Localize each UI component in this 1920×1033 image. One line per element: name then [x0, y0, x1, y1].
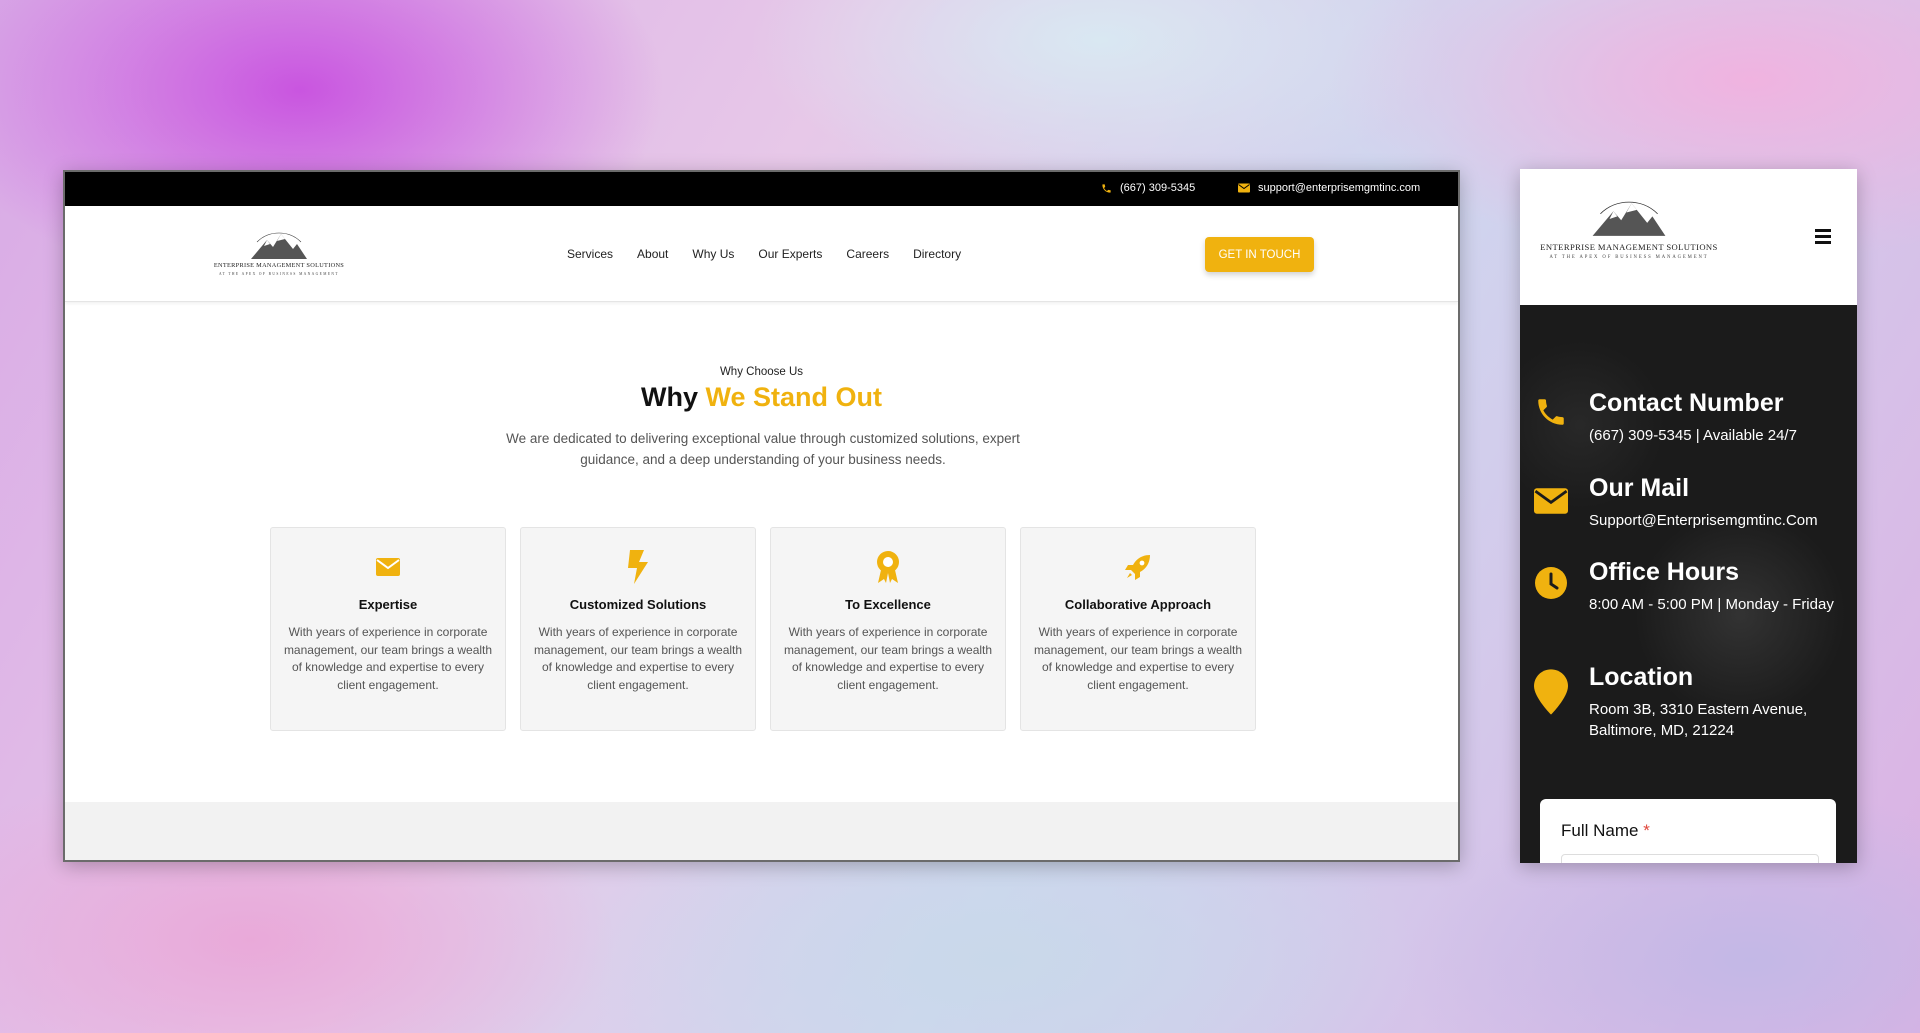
nav-about[interactable]: About — [637, 247, 668, 261]
next-section-band — [65, 802, 1458, 860]
full-name-label-text: Full Name — [1561, 821, 1639, 840]
feature-card-expertise: Expertise With years of experience in co… — [270, 527, 506, 731]
nav-services[interactable]: Services — [567, 247, 613, 261]
feature-cards: Expertise With years of experience in co… — [270, 527, 1256, 731]
hamburger-menu-icon[interactable] — [1815, 229, 1831, 244]
topbar-phone[interactable]: (667) 309-5345 — [1101, 182, 1195, 194]
contact-title: Location — [1589, 663, 1694, 691]
feature-card-customized-solutions: Customized Solutions With years of exper… — [520, 527, 756, 731]
contact-value[interactable]: Support@Enterprisemgmtinc.Com — [1589, 510, 1844, 531]
section-lead: We are dedicated to delivering exception… — [506, 431, 1020, 467]
contact-title: Contact Number — [1589, 389, 1784, 417]
mountain-logo-icon — [251, 232, 307, 259]
topbar-email-text: support@enterprisemgmtinc.com — [1258, 182, 1421, 194]
topbar-phone-text: (667) 309-5345 — [1120, 182, 1196, 194]
feature-card-desc: With years of experience in corporate ma… — [1033, 625, 1243, 692]
nav-our-experts[interactable]: Our Experts — [758, 247, 822, 261]
award-icon — [771, 550, 1005, 584]
phone-icon — [1101, 183, 1112, 194]
contact-value: 8:00 AM - 5:00 PM | Monday - Friday — [1589, 596, 1834, 613]
feature-card-desc: With years of experience in corporate ma… — [283, 625, 493, 692]
heading-highlight: We Stand Out — [705, 382, 883, 412]
mobile-header: ENTERPRISE MANAGEMENT SOLUTIONS AT THE A… — [1520, 169, 1857, 305]
section-eyebrow: Why Choose Us — [719, 366, 804, 378]
contact-form-card: Full Name * — [1540, 799, 1836, 863]
logo-brand-text: ENTERPRISE MANAGEMENT SOLUTIONS — [213, 262, 345, 269]
heading-plain: Why — [640, 382, 698, 412]
logo-tagline: AT THE APEX OF BUSINESS MANAGEMENT — [218, 272, 340, 276]
feature-card-collaborative-approach: Collaborative Approach With years of exp… — [1020, 527, 1256, 731]
mobile-site-logo[interactable]: ENTERPRISE MANAGEMENT SOLUTIONS AT THE A… — [1534, 200, 1724, 260]
feature-card-title: To Excellence — [845, 597, 931, 612]
contact-title: Our Mail — [1589, 474, 1690, 502]
envelope-icon — [271, 550, 505, 584]
bolt-icon — [521, 550, 755, 584]
phone-icon — [1534, 395, 1568, 434]
feature-card-title: Collaborative Approach — [1064, 597, 1212, 612]
mountain-logo-icon — [1592, 201, 1666, 236]
main-navbar: ENTERPRISE MANAGEMENT SOLUTIONS AT THE A… — [65, 206, 1458, 302]
location-pin-icon — [1534, 669, 1568, 720]
full-name-label: Full Name * — [1561, 821, 1650, 841]
logo-tagline: AT THE APEX OF BUSINESS MANAGEMENT — [1549, 255, 1709, 260]
mobile-preview-window: ENTERPRISE MANAGEMENT SOLUTIONS AT THE A… — [1520, 169, 1857, 863]
nav-directory[interactable]: Directory — [913, 247, 961, 261]
envelope-icon — [1534, 488, 1568, 519]
site-logo[interactable]: ENTERPRISE MANAGEMENT SOLUTIONS AT THE A… — [213, 232, 345, 280]
primary-menu: Services About Why Us Our Experts Career… — [567, 247, 985, 261]
full-name-input[interactable] — [1561, 854, 1819, 863]
feature-card-title: Expertise — [358, 597, 418, 612]
topbar-email[interactable]: support@enterprisemgmtinc.com — [1238, 182, 1420, 194]
nav-why-us[interactable]: Why Us — [692, 247, 734, 261]
contact-title: Office Hours — [1589, 558, 1740, 586]
nav-careers[interactable]: Careers — [846, 247, 889, 261]
feature-card-title: Customized Solutions — [569, 597, 707, 612]
required-mark: * — [1643, 821, 1650, 840]
feature-card-desc: With years of experience in corporate ma… — [783, 625, 993, 692]
get-in-touch-button[interactable]: GET IN TOUCH — [1205, 237, 1314, 272]
logo-brand-text: ENTERPRISE MANAGEMENT SOLUTIONS — [1540, 242, 1718, 252]
feature-card-desc: With years of experience in corporate ma… — [533, 625, 743, 692]
envelope-icon — [1238, 183, 1250, 193]
desktop-preview-window: (667) 309-5345 support@enterprisemgmtinc… — [63, 170, 1460, 862]
feature-card-to-excellence: To Excellence With years of experience i… — [770, 527, 1006, 731]
mobile-contact-panel: Contact Number (667) 309-5345 | Availabl… — [1520, 305, 1857, 863]
contact-value: Room 3B, 3310 Eastern Avenue, Baltimore,… — [1589, 701, 1808, 739]
contact-value[interactable]: (667) 309-5345 | Available 24/7 — [1589, 425, 1844, 446]
rocket-icon — [1021, 550, 1255, 584]
section-heading: Why We Stand Out — [65, 382, 1458, 413]
top-contact-bar: (667) 309-5345 support@enterprisemgmtinc… — [65, 172, 1458, 206]
clock-icon — [1534, 566, 1568, 605]
